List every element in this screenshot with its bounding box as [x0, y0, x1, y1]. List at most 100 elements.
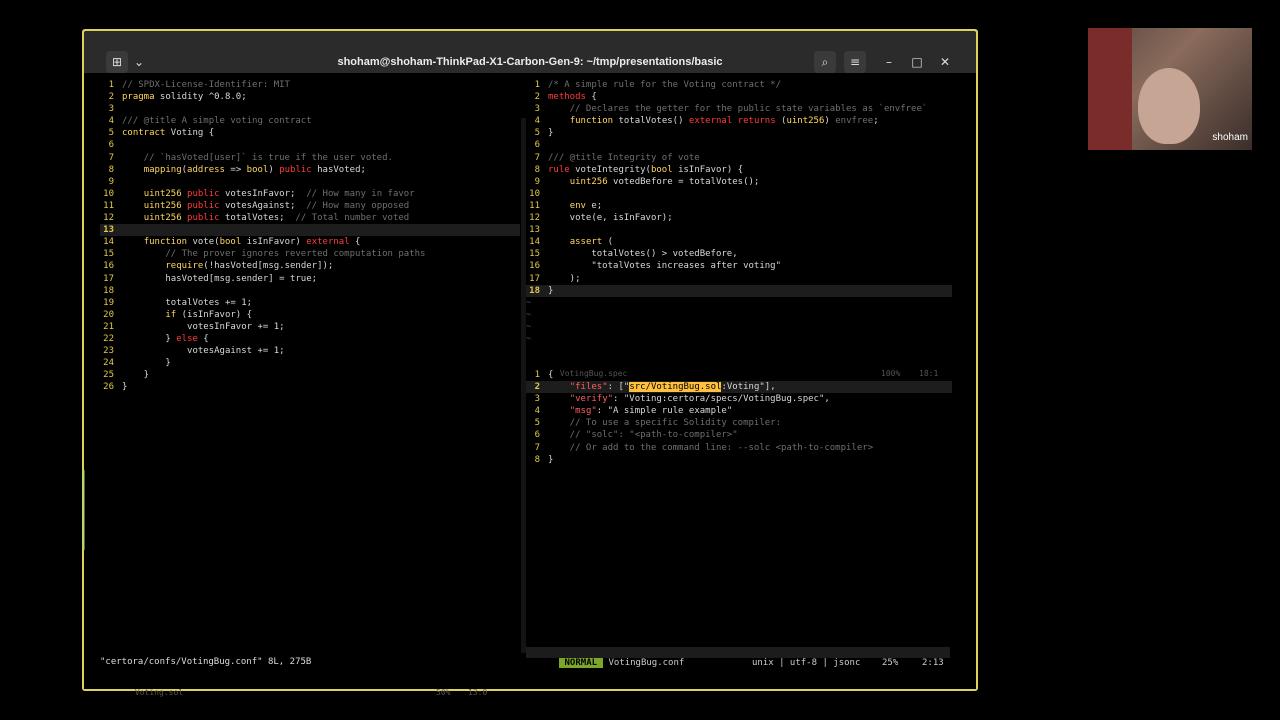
code-line[interactable]: 23 votesAgainst += 1; [100, 345, 520, 357]
code-line[interactable]: 1 // SPDX-License-Identifier: MIT [100, 79, 520, 91]
code-text: rule voteIntegrity(bool isInFavor) { [548, 164, 744, 175]
line-number: 4 [534, 116, 540, 127]
code-line[interactable]: 11 uint256 public votesAgainst; // How m… [100, 200, 520, 212]
code-line[interactable]: 17 hasVoted[msg.sender] = true; [100, 273, 520, 285]
code-text: totalVotes() > votedBefore, [548, 249, 738, 260]
code-line[interactable]: 2 "files": ["src/VotingBug.sol:Voting"], [526, 381, 952, 394]
code-line[interactable]: 26} [100, 381, 520, 393]
code-line[interactable]: 7 // Or add to the command line: --solc … [526, 442, 952, 454]
code-line[interactable]: 13 [526, 224, 952, 236]
code-line[interactable]: 5} [526, 127, 952, 139]
code-line[interactable]: 14 assert ( [526, 236, 952, 248]
code-text: // To use a specific Solidity compiler: [548, 418, 781, 429]
code-line[interactable]: 20 if (isInFavor) { [100, 309, 520, 321]
code-text: function totalVotes() external returns (… [569, 116, 879, 127]
code-line[interactable]: 16 require(!hasVoted[msg.sender]); [100, 260, 520, 272]
code-line[interactable]: 12 vote(e, isInFavor); [526, 212, 952, 224]
close-icon[interactable]: ✕ [934, 51, 956, 73]
code-text: votesInFavor += 1; [122, 321, 285, 332]
editor-pane-votingbug-conf[interactable]: 1{2 "files": ["src/VotingBug.sol:Voting"… [526, 369, 952, 466]
hamburger-icon[interactable]: ≡ [844, 51, 866, 73]
code-line[interactable]: 10 uint256 public votesInFavor; // How m… [100, 188, 520, 200]
code-line[interactable]: 21 votesInFavor += 1; [100, 321, 520, 333]
terminal-window: ⊞ ⌄ shoham@shoham-ThinkPad-X1-Carbon-Gen… [82, 29, 978, 697]
code-line[interactable]: 1{ [526, 369, 952, 381]
code-text: mapping(address => bool) public hasVoted… [143, 164, 366, 175]
line-number: 26 [103, 382, 114, 393]
line-number: 15 [529, 249, 540, 260]
search-icon[interactable]: ⌕ [814, 51, 836, 73]
code-line[interactable]: 9 uint256 votedBefore = totalVotes(); [526, 176, 952, 188]
code-line[interactable]: 24 } [100, 357, 520, 369]
code-text: uint256 public votesAgainst; // How many… [143, 200, 410, 211]
code-line[interactable]: 2 methods { [526, 91, 952, 103]
code-line[interactable]: 8 rule voteIntegrity(bool isInFavor) { [526, 164, 952, 176]
editor-pane-votingbug-spec[interactable]: 1 /* A simple rule for the Voting contrac… [526, 79, 952, 345]
line-number: 10 [529, 188, 540, 199]
code-text: // `hasVoted[user]` is true if the user … [122, 152, 393, 163]
code-line[interactable]: 5 contract Voting { [100, 127, 520, 139]
code-line[interactable]: 25 } [100, 369, 520, 381]
code-line[interactable]: 13 [100, 224, 520, 237]
code-line[interactable]: 15 totalVotes() > votedBefore, [526, 248, 952, 260]
code-line[interactable]: 18} [526, 284, 952, 297]
empty-buffer-line: ~ [526, 333, 532, 344]
code-text: if (isInFavor) { [165, 309, 253, 320]
line-number: 1 [534, 80, 540, 90]
code-line[interactable]: 5 // To use a specific Solidity compiler… [526, 417, 952, 429]
empty-buffer-line: ~ [526, 309, 532, 320]
code-line[interactable]: 6 // "solc": "<path-to-compiler>" [526, 429, 952, 441]
line-number: 19 [103, 297, 114, 308]
code-line[interactable]: 6 [100, 139, 520, 151]
maximize-icon[interactable]: □ [906, 51, 928, 73]
code-line[interactable]: 4 /// @title A simple voting contract [100, 115, 520, 127]
code-line[interactable]: 17 ); [526, 273, 952, 285]
line-number: 20 [103, 309, 114, 320]
code-line[interactable]: 14 function vote(bool isInFavor) externa… [100, 236, 520, 248]
line-number: 10 [103, 188, 114, 199]
code-line[interactable]: 7 /// @title Integrity of vote [526, 152, 952, 164]
line-number: 16 [103, 261, 114, 272]
minimize-icon[interactable]: – [878, 51, 900, 73]
vim-command-line[interactable]: "certora/confs/VotingBug.conf" 8L, 275B [100, 657, 311, 667]
code-line[interactable]: 15 // The prover ignores reverted comput… [100, 248, 520, 260]
line-number: 22 [103, 333, 114, 344]
code-text: methods { [548, 92, 597, 103]
editor-pane-voting-sol[interactable]: 1 // SPDX-License-Identifier: MIT 2 pragma … [100, 79, 520, 393]
line-number: 17 [103, 273, 114, 284]
code-line[interactable]: 19 totalVotes += 1; [100, 297, 520, 309]
code-line[interactable]: 9 [100, 176, 520, 188]
code-line[interactable]: 6 [526, 139, 952, 151]
code-text: // "solc": "<path-to-compiler>" [548, 430, 738, 441]
code-line[interactable]: 4 function totalVotes() external returns… [526, 115, 952, 127]
code-line[interactable]: 3 // Declares the getter for the public … [526, 103, 952, 115]
code-text: pragma solidity ^0.8.0; [122, 92, 247, 103]
code-line[interactable]: 2 pragma solidity ^0.8.0; [100, 91, 520, 103]
code-text: hasVoted[msg.sender] = true; [122, 273, 318, 284]
terminal-content[interactable]: 1 // SPDX-License-Identifier: MIT 2 pragma … [84, 73, 976, 697]
code-line[interactable]: 1 /* A simple rule for the Voting contrac… [526, 79, 952, 91]
status-line-right-top: VotingBug.spec 100% 18:1 [531, 357, 951, 378]
line-number: 14 [529, 237, 540, 248]
code-line[interactable]: 11 env e; [526, 200, 952, 212]
code-line[interactable]: 18 [100, 285, 520, 297]
code-text: totalVotes += 1; [122, 297, 253, 308]
code-line[interactable]: 10 [526, 188, 952, 200]
code-line[interactable]: 8} [526, 454, 952, 466]
line-number: 14 [103, 237, 114, 248]
code-text: uint256 public totalVotes; // Total numb… [143, 213, 410, 224]
code-text: /// @title Integrity of vote [548, 152, 700, 163]
code-line[interactable]: 3 "verify": "Voting:certora/specs/Voting… [526, 393, 952, 405]
code-line[interactable]: 7 // `hasVoted[user]` is true if the use… [100, 152, 520, 164]
line-number: 21 [103, 321, 114, 332]
line-number: 4 [534, 406, 540, 417]
edge-indicator [82, 470, 85, 550]
code-line[interactable]: 8 mapping(address => bool) public hasVot… [100, 164, 520, 176]
code-line[interactable]: 22 } else { [100, 333, 520, 345]
line-number: 24 [103, 358, 114, 369]
code-line[interactable]: 12 uint256 public totalVotes; // Total n… [100, 212, 520, 224]
code-line[interactable]: 3 [100, 103, 520, 115]
code-line[interactable]: 16 "totalVotes increases after voting" [526, 260, 952, 272]
code-line[interactable]: 4 "msg": "A simple rule example" [526, 405, 952, 417]
line-number: 16 [529, 261, 540, 272]
